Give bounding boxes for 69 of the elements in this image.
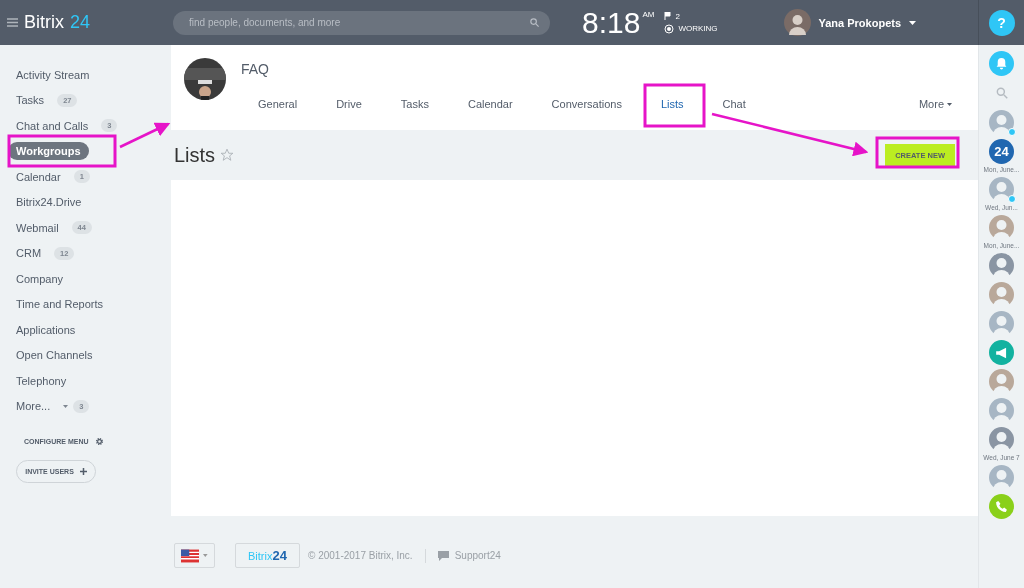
logo-number: 24 (70, 12, 91, 33)
search-icon (529, 17, 540, 28)
caret-icon[interactable] (63, 404, 69, 408)
tab[interactable]: Tasks (392, 94, 437, 114)
avatar[interactable] (989, 215, 1014, 240)
footer-logo[interactable]: Bitrix24 (235, 543, 300, 568)
sidebar-item[interactable]: More... (8, 397, 59, 416)
tab[interactable]: Drive (328, 94, 370, 114)
sidebar-item[interactable]: Telephony (8, 371, 75, 390)
chat-icon (437, 550, 449, 561)
flag-count: 2 (675, 11, 680, 21)
sidebar-item[interactable]: Bitrix24.Drive (8, 193, 90, 212)
status-icon (664, 23, 675, 34)
flag-icon (664, 12, 672, 20)
caret-icon[interactable] (909, 20, 917, 25)
sidebar-item[interactable]: Applications (8, 320, 84, 339)
sidebar-item[interactable]: Workgroups (8, 142, 89, 161)
avatar[interactable] (989, 369, 1014, 394)
tab[interactable]: General (250, 94, 306, 114)
sidebar-item[interactable]: Company (8, 269, 72, 288)
search-field[interactable]: find people, documents, and more (173, 10, 550, 35)
clock-ampm: AM (642, 10, 655, 19)
plus-icon (79, 468, 87, 475)
phone-icon[interactable] (989, 494, 1014, 519)
sidebar-item[interactable]: Tasks (8, 91, 53, 110)
sidebar-item[interactable]: Calendar (8, 167, 69, 186)
search-input[interactable]: find people, documents, and more (187, 16, 529, 29)
caret-icon (203, 554, 208, 557)
page-title: Lists (174, 143, 216, 167)
sidebar-item[interactable]: CRM (8, 244, 50, 263)
group-name: FAQ (241, 61, 270, 77)
tab[interactable]: Lists (652, 94, 692, 114)
online-badge (1008, 128, 1016, 136)
sidebar-item[interactable]: Time and Reports (8, 295, 112, 314)
logo-avatar[interactable]: 24 (989, 139, 1014, 164)
sidebar-item[interactable]: Chat and Calls (8, 116, 97, 135)
tab[interactable]: Calendar (459, 94, 521, 114)
copyright-text: © 2001-2017 Bitrix, Inc. (308, 550, 413, 561)
avatar[interactable] (989, 465, 1014, 490)
tab[interactable]: Conversations (543, 94, 630, 114)
logo-text: Bitrix (24, 12, 64, 33)
highlight-frame (643, 83, 706, 128)
language-selector[interactable] (174, 543, 215, 568)
avatar[interactable] (989, 427, 1014, 452)
sidebar-item[interactable]: Open Channels (8, 346, 101, 365)
avatar[interactable] (989, 282, 1014, 307)
search-icon[interactable] (994, 86, 1009, 100)
user-avatar[interactable] (783, 9, 811, 36)
sidebar-item[interactable]: Activity Stream (8, 65, 98, 84)
user-name[interactable]: Yana Prokopets (818, 16, 902, 29)
avatar[interactable] (989, 398, 1014, 423)
avatar[interactable] (989, 311, 1014, 336)
sidebar-item[interactable]: Webmail (8, 218, 67, 237)
caret-icon (947, 102, 952, 106)
avatar[interactable] (989, 110, 1014, 135)
flag-icon (181, 548, 200, 563)
work-status[interactable]: WORKING (678, 24, 718, 33)
megaphone-icon[interactable] (989, 340, 1014, 365)
avatar[interactable] (989, 253, 1014, 278)
star-icon[interactable] (220, 148, 235, 162)
notification-icon[interactable] (989, 51, 1014, 76)
online-badge (1008, 195, 1016, 203)
more-menu[interactable]: More (912, 97, 958, 111)
tab[interactable]: Chat (714, 94, 754, 114)
settings-icon[interactable] (94, 437, 104, 446)
annotation-arrow (119, 122, 171, 149)
menu-icon[interactable] (7, 18, 18, 27)
avatar[interactable] (989, 177, 1014, 202)
clock-time[interactable]: 8:18 (582, 5, 641, 40)
